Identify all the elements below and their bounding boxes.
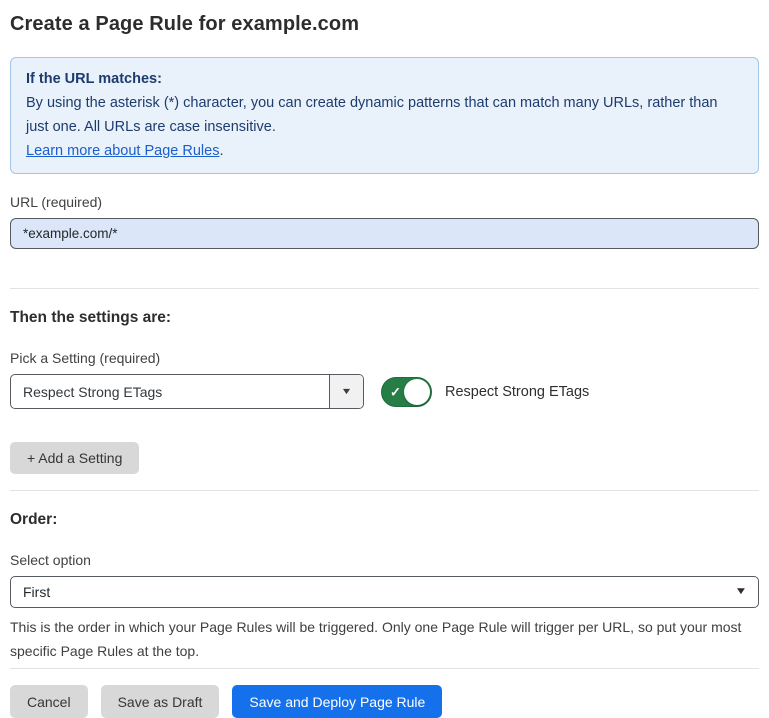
- cancel-button[interactable]: Cancel: [10, 685, 88, 718]
- learn-more-link[interactable]: Learn more about Page Rules: [26, 143, 219, 159]
- link-suffix: .: [219, 143, 223, 159]
- toggle-knob: [404, 379, 430, 405]
- url-input[interactable]: [10, 218, 759, 249]
- order-select-value: First: [23, 584, 50, 600]
- section-divider: [10, 288, 759, 289]
- page-title: Create a Page Rule for example.com: [10, 12, 759, 36]
- caret-down-icon: ▼: [340, 387, 352, 396]
- order-select[interactable]: First ▼: [10, 576, 759, 608]
- info-box-link-line: Learn more about Page Rules.: [26, 139, 743, 163]
- caret-down-icon: ▼: [734, 587, 747, 597]
- order-help-text: This is the order in which your Page Rul…: [10, 615, 758, 663]
- check-icon: ✓: [390, 385, 401, 398]
- url-match-info-box: If the URL matches: By using the asteris…: [10, 57, 759, 174]
- settings-heading: Then the settings are:: [10, 309, 759, 327]
- info-box-heading: If the URL matches:: [26, 67, 743, 91]
- toggle-label: Respect Strong ETags: [445, 384, 589, 400]
- select-option-label: Select option: [10, 552, 759, 568]
- save-deploy-button[interactable]: Save and Deploy Page Rule: [232, 685, 442, 718]
- setting-dropdown-value: Respect Strong ETags: [11, 375, 329, 408]
- add-setting-button[interactable]: + Add a Setting: [10, 442, 139, 474]
- etags-toggle[interactable]: ✓: [381, 377, 432, 407]
- setting-dropdown[interactable]: Respect Strong ETags ▼: [10, 374, 364, 409]
- toggle-group: ✓ Respect Strong ETags: [381, 377, 589, 407]
- setting-row: Respect Strong ETags ▼ ✓ Respect Strong …: [10, 374, 759, 409]
- setting-dropdown-arrow-button[interactable]: ▼: [329, 375, 363, 408]
- footer-divider: [10, 668, 759, 669]
- action-buttons: Cancel Save as Draft Save and Deploy Pag…: [10, 685, 759, 718]
- pick-setting-label: Pick a Setting (required): [10, 350, 759, 366]
- url-label: URL (required): [10, 194, 759, 210]
- order-heading: Order:: [10, 511, 759, 529]
- info-box-body: By using the asterisk (*) character, you…: [26, 91, 743, 139]
- save-draft-button[interactable]: Save as Draft: [101, 685, 220, 718]
- section-divider: [10, 490, 759, 491]
